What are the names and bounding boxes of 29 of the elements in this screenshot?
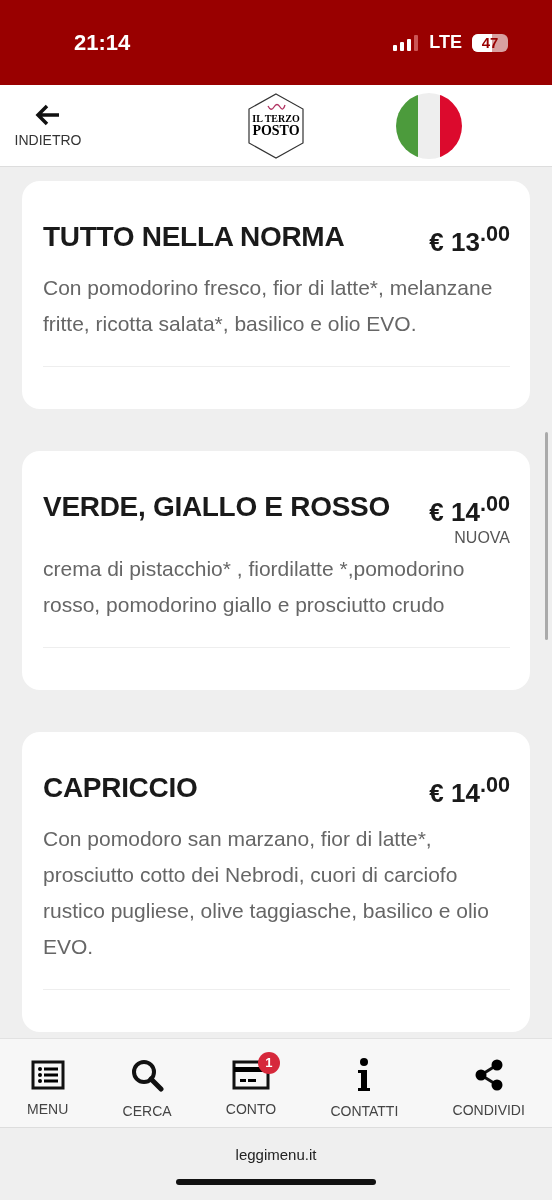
arrow-left-icon [35, 103, 61, 126]
italian-flag-icon[interactable] [396, 92, 462, 159]
tab-button[interactable]: CERCA [110, 1047, 184, 1119]
battery-icon: 47 [472, 33, 508, 52]
list-icon [30, 1059, 65, 1090]
back-button[interactable]: INDIETRO [14, 103, 82, 148]
dish-price: € 14$^{.00}$ [429, 490, 510, 528]
count-badge: 1 [258, 1051, 280, 1074]
dish-description: Con pomodorino fresco, fior di latte*, melanzane fritte, ricotta salata*, basilico e olio EVO. [43, 274, 494, 337]
clock: 21:14 [74, 29, 131, 56]
dish-name: VERDE, GIALLO E ROSSO [43, 490, 390, 523]
dish-name: TUTTO NELLA NORMA [43, 221, 345, 253]
site-domain: leggimenu.it [235, 1146, 317, 1163]
dish-description: Con pomodoro san marzano, fior di latte*, prosciutto cotto dei Nebrodi, cuori di carciofo rustico pugliese, olive taggiasche, basilico e olio EVO. [43, 825, 490, 960]
tab-button[interactable]: CONTATTI [318, 1047, 411, 1119]
dish-description: crema di pistacchio* , fiordilatte *,pomodorino rosso, pomodorino giallo e prosciutto crudo [43, 556, 466, 619]
credit-card-icon [232, 1059, 270, 1090]
logo: IL TERZO POSTO [246, 91, 306, 160]
search-icon [130, 1057, 165, 1092]
signal-icon [393, 34, 420, 51]
info-icon [356, 1057, 373, 1092]
tab-button[interactable]: CONDIVIDI [440, 1048, 537, 1118]
new-label: NUOVA [454, 529, 510, 547]
tab-button[interactable]: MENU [15, 1049, 81, 1117]
network-label: LTE [429, 32, 462, 53]
dish-price: € 14$^{.00}$ [429, 772, 510, 809]
dish-name: CAPRICCIO [43, 772, 198, 805]
tab-button[interactable]: 1 CONTO [213, 1049, 289, 1117]
dish-price: € 13$^{.00}$ [429, 221, 510, 258]
